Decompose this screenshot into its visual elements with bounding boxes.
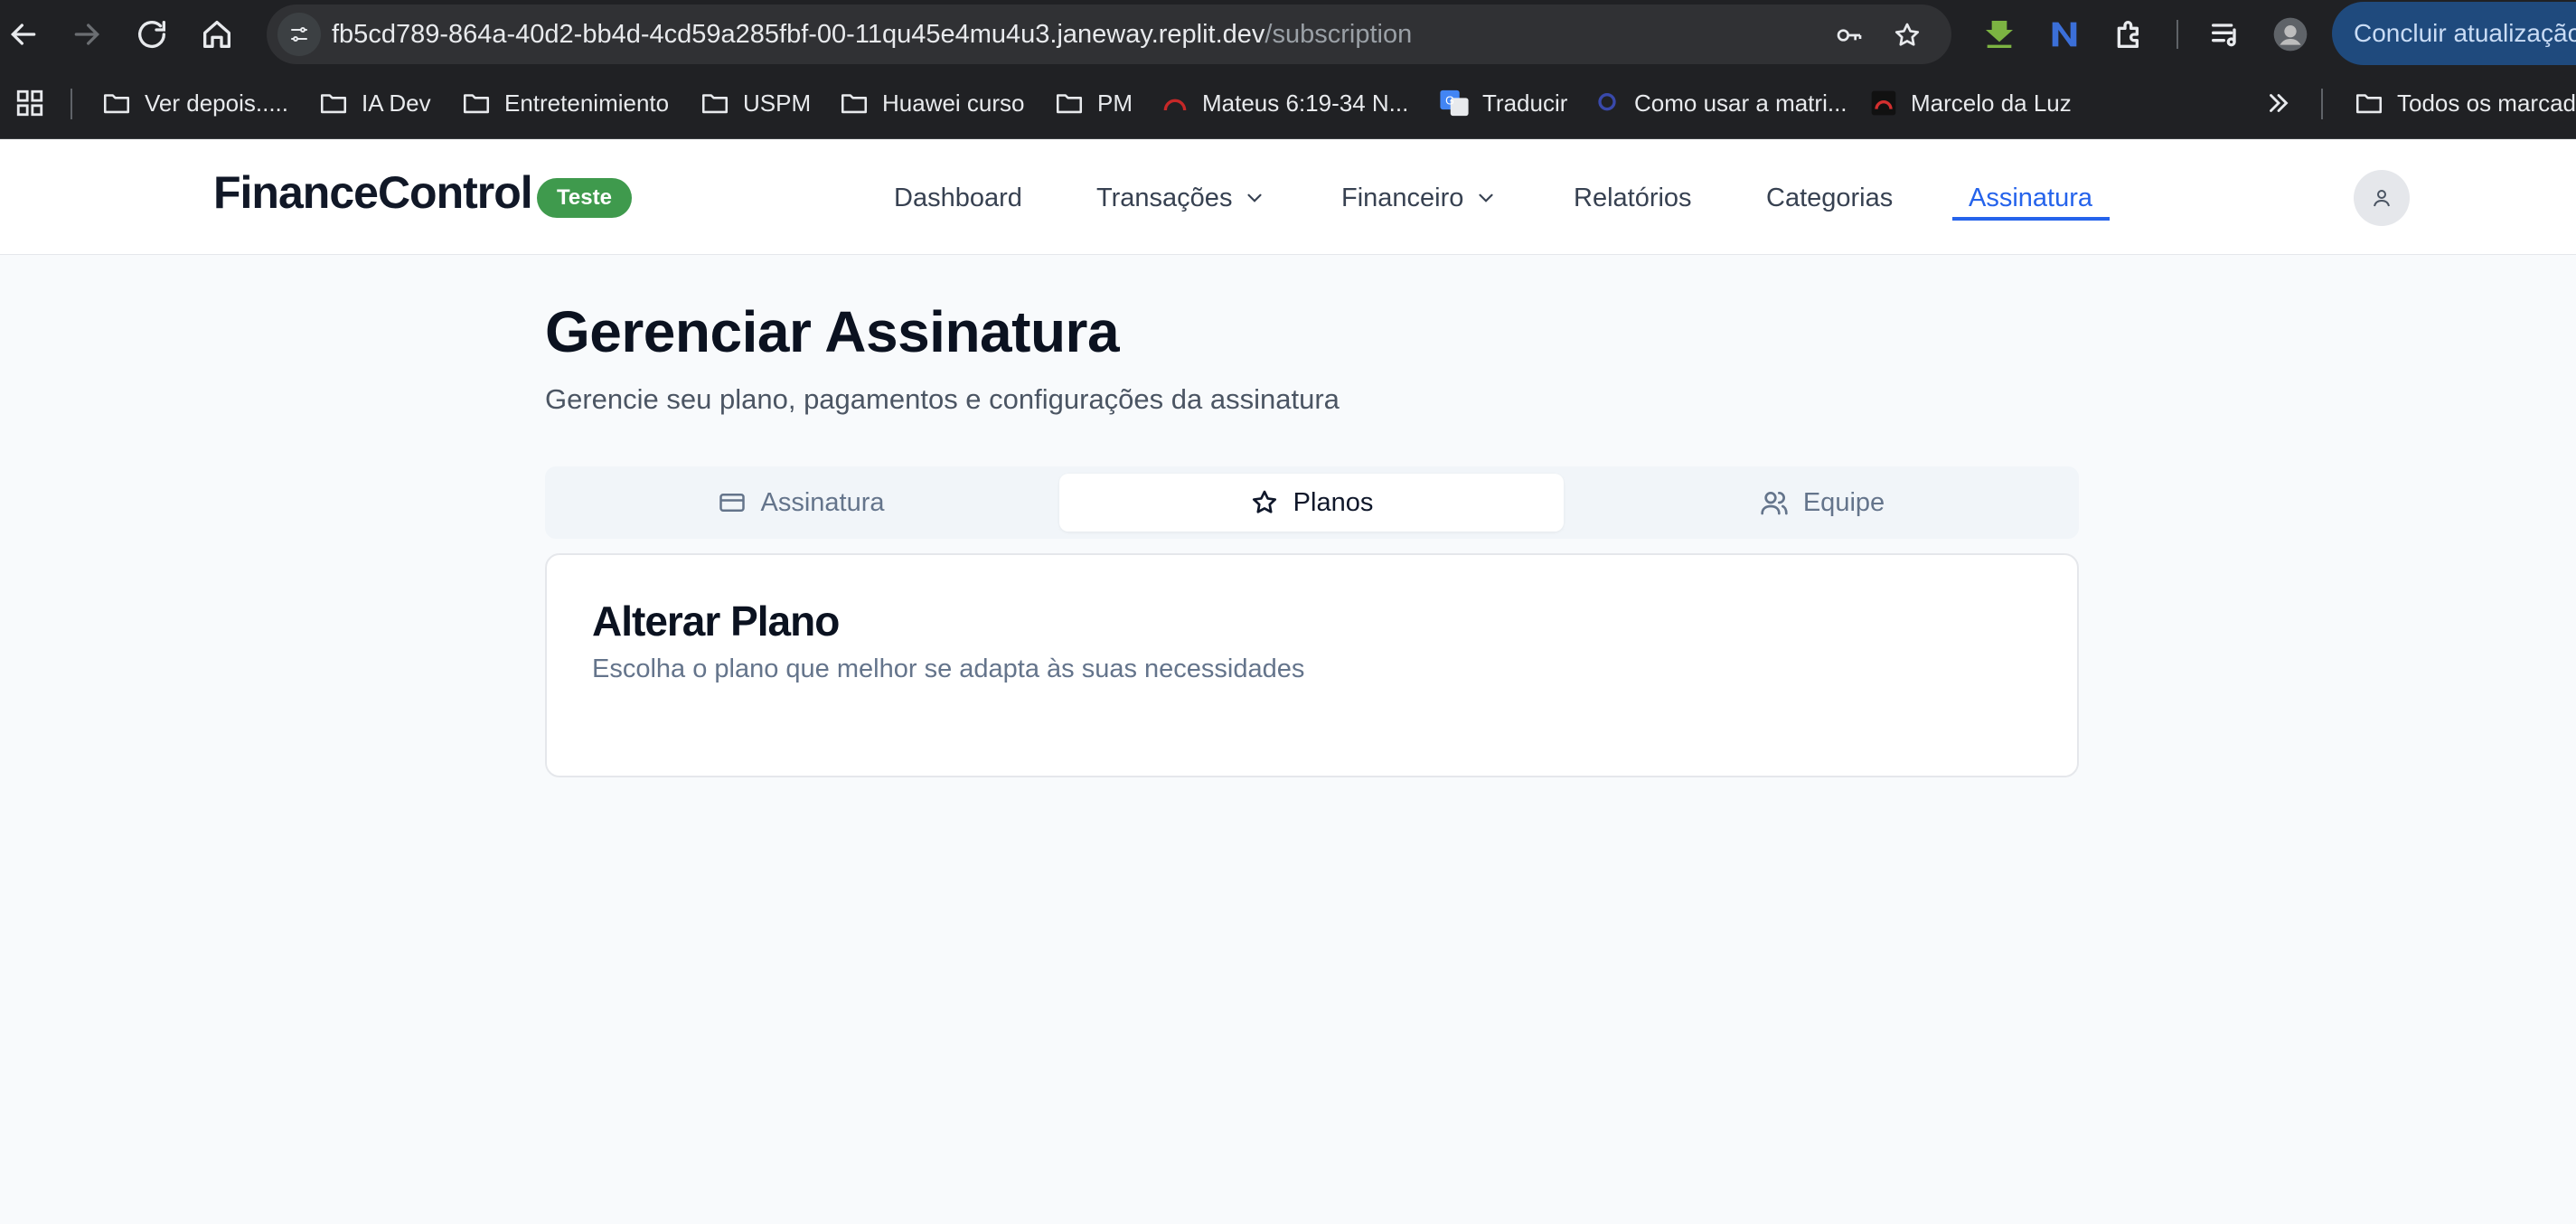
folder-icon [701, 94, 729, 114]
nav-categorias[interactable]: Categorias [1766, 175, 1893, 221]
nav-dashboard[interactable]: Dashboard [894, 175, 1022, 221]
update-button[interactable]: Concluir atualização [2332, 2, 2576, 65]
extensions-puzzle-icon[interactable] [2111, 16, 2148, 52]
site-icon [1871, 90, 1896, 116]
nav-label: Financeiro [1341, 183, 1464, 212]
folder-icon [320, 94, 347, 114]
page-subtitle: Gerencie seu plano, pagamentos e configu… [545, 383, 1340, 415]
bookmark-label: Marcelo da Luz [1911, 89, 2072, 117]
url-text[interactable]: fb5cd789-864a-40d2-bb4d-4cd59a285fbf-00-… [332, 5, 1412, 64]
folder-icon [1056, 94, 1083, 114]
bookmarks-divider [2321, 89, 2323, 119]
bookmark-item[interactable]: G Traducir [1439, 81, 1567, 125]
site-info-icon[interactable] [277, 13, 321, 56]
app-header: FinanceControl Teste Dashboard Transaçõe… [0, 139, 2576, 255]
user-icon [2374, 190, 2390, 207]
nav-assinatura[interactable]: Assinatura [1969, 175, 2092, 221]
bookmark-star-icon[interactable] [1893, 21, 1922, 50]
users-icon [1761, 492, 1788, 515]
bookmark-item[interactable]: IA Dev [318, 81, 431, 125]
credit-card-icon [719, 494, 746, 512]
nav-financeiro[interactable]: Financeiro [1341, 175, 1498, 221]
tab-label: Assinatura [760, 487, 885, 517]
bookmark-item[interactable]: Huawei curso [839, 81, 1025, 125]
media-playlist-icon[interactable] [2207, 16, 2243, 52]
url-host: fb5cd789-864a-40d2-bb4d-4cd59a285fbf-00-… [332, 20, 1265, 49]
toolbar-divider [2176, 20, 2178, 49]
tab-assinatura[interactable]: Assinatura [552, 474, 1051, 532]
nav-label: Transações [1096, 183, 1233, 212]
browser-toolbar: fb5cd789-864a-40d2-bb4d-4cd59a285fbf-00-… [0, 0, 2576, 69]
nav-label: Assinatura [1969, 183, 2093, 212]
chevron-more-icon[interactable] [2263, 81, 2307, 125]
card-title: Alterar Plano [592, 598, 840, 645]
n-extension-icon[interactable] [2046, 16, 2082, 52]
all-bookmarks-item[interactable]: Todos os marcadores [2354, 81, 2576, 125]
chevron-down-icon [1247, 193, 1263, 202]
environment-badge: Teste [537, 178, 632, 218]
bookmark-item[interactable]: Marcelo da Luz [1869, 81, 2072, 125]
bookmarks-bar: Ver depois..... IA Dev Entretenimiento U… [0, 69, 2576, 139]
back-arrow-icon[interactable] [5, 16, 42, 52]
folder-icon [2355, 94, 2383, 114]
bookmark-label: PM [1097, 89, 1133, 117]
bookmark-label: IA Dev [362, 89, 431, 117]
download-extension-icon[interactable] [1981, 16, 2017, 52]
bookmark-label: Traducir [1482, 89, 1568, 117]
address-bar[interactable]: fb5cd789-864a-40d2-bb4d-4cd59a285fbf-00-… [267, 5, 1951, 64]
nav-label: Dashboard [894, 183, 1022, 212]
card-description: Escolha o plano que melhor se adapta às … [592, 654, 1305, 683]
nav-transacoes[interactable]: Transações [1096, 175, 1266, 221]
bookmark-item[interactable]: USPM [700, 81, 811, 125]
bookmark-label: USPM [743, 89, 812, 117]
bookmark-label: Mateus 6:19-34 N... [1202, 89, 1409, 117]
bookmark-label: Todos os marcadores [2397, 89, 2576, 117]
reload-icon[interactable] [134, 16, 170, 52]
site-icon [1598, 93, 1616, 111]
forward-arrow-icon[interactable] [69, 16, 105, 52]
brand-logo[interactable]: FinanceControl [213, 166, 533, 219]
tab-label: Equipe [1802, 487, 1885, 517]
bookmark-label: Como usar a matri... [1634, 89, 1847, 117]
nav-relatorios[interactable]: Relatórios [1574, 175, 1692, 221]
bookmark-label: Entretenimiento [504, 89, 670, 117]
folder-icon [463, 94, 490, 114]
bookmark-item[interactable]: Entretenimiento [461, 81, 669, 125]
page-title: Gerenciar Assinatura [545, 299, 1120, 364]
home-icon[interactable] [199, 16, 235, 52]
profile-avatar-icon[interactable] [2272, 16, 2308, 52]
site-icon [1163, 99, 1187, 111]
star-icon [1252, 490, 1276, 513]
bookmark-label: Huawei curso [882, 89, 1025, 117]
bookmark-item[interactable]: Ver depois..... [101, 81, 288, 125]
password-key-icon[interactable] [1835, 21, 1864, 50]
bookmark-label: Ver depois..... [145, 89, 288, 117]
folder-icon [841, 94, 868, 114]
chevron-down-icon [1479, 193, 1493, 202]
bookmark-item[interactable]: Como usar a matri... [1593, 81, 1847, 125]
svg-text:G: G [1445, 93, 1454, 107]
folder-icon [103, 94, 130, 114]
subscription-tabs: Assinatura Planos Equipe [545, 466, 2079, 539]
translate-icon: G [1440, 89, 1469, 117]
tab-equipe[interactable]: Equipe [1573, 474, 2072, 532]
nav-label: Categorias [1766, 183, 1894, 212]
nav-label: Relatórios [1574, 183, 1692, 212]
change-plan-card: Alterar Plano Escolha o plano que melhor… [545, 553, 2079, 777]
bookmarks-divider [71, 89, 72, 119]
bookmark-item[interactable]: PM [1054, 81, 1133, 125]
user-avatar[interactable] [2354, 170, 2410, 226]
tab-label: Planos [1293, 487, 1374, 517]
active-nav-indicator [1952, 217, 2110, 221]
url-path: /subscription [1264, 20, 1413, 49]
bookmark-item[interactable]: Mateus 6:19-34 N... [1161, 81, 1408, 125]
apps-grid-icon[interactable] [14, 81, 58, 125]
tab-planos[interactable]: Planos [1059, 474, 1564, 532]
